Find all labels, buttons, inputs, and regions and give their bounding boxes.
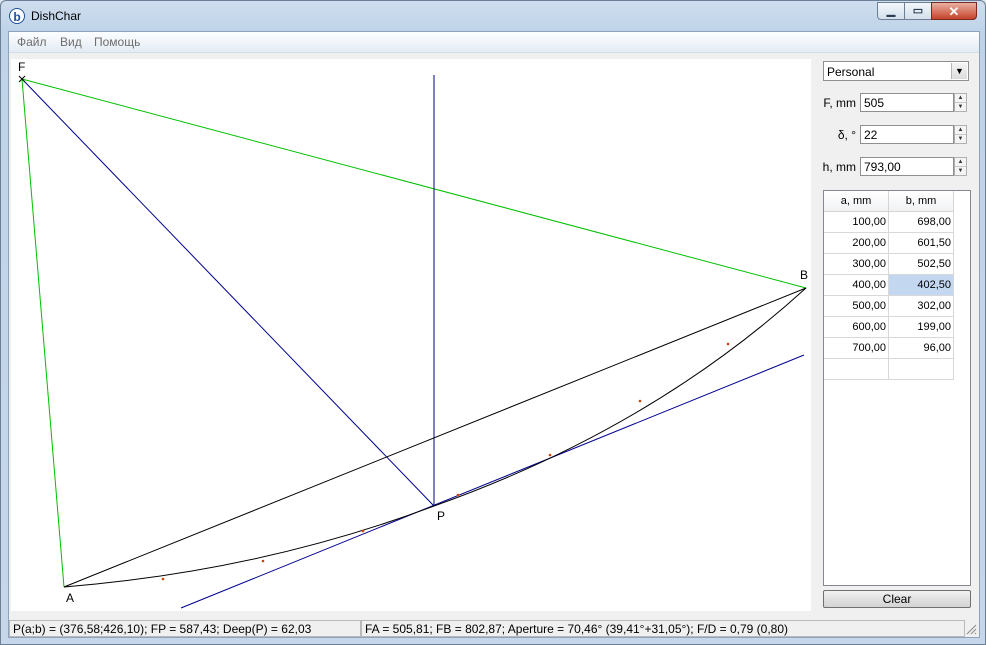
column-header-a[interactable]: a, mm [824,191,889,212]
clear-button[interactable]: Clear [823,590,971,608]
dish-diagram: F B A P [18,60,808,609]
table-row[interactable]: 600,00 199,00 [824,316,954,338]
delta-input[interactable]: 22 [860,125,954,144]
f-mm-spinner[interactable]: ▲ ▼ [954,93,967,112]
profile-markers [161,342,730,581]
status-geometry-info: FA = 505,81; FB = 802,87; Aperture = 70,… [361,620,965,637]
delta-field-label: δ, ° [837,128,856,142]
point-a-label: A [66,591,74,605]
spin-up-icon[interactable]: ▲ [955,158,966,167]
table-row[interactable]: 700,00 96,00 [824,337,954,359]
table-row[interactable]: 300,00 502,50 [824,253,954,275]
cell-a[interactable] [824,358,889,380]
spin-down-icon[interactable]: ▼ [955,103,966,111]
close-icon: ✕ [948,3,960,19]
profile-point-marker [361,529,365,533]
tangent-line [180,354,805,609]
cell-a[interactable]: 700,00 [824,337,889,359]
client-area: Файл Вид Помощь F B A P Personal ▼ F, mm… [8,31,980,638]
table-row[interactable]: 400,00 402,50 [824,274,954,296]
parameters-panel: Personal ▼ F, mm 505 ▲ ▼ δ, ° 22 ▲ ▼ h, … [815,52,975,612]
spin-up-icon[interactable]: ▲ [955,126,966,135]
maximize-button[interactable]: ▭ [904,2,932,20]
close-button[interactable]: ✕ [931,2,977,20]
menu-help[interactable]: Помощь [94,35,140,49]
cell-b[interactable]: 402,50 [888,274,954,296]
menu-view[interactable]: Вид [60,35,82,49]
status-point-info: P(a;b) = (376,58;426,10); FP = 587,43; D… [9,620,361,637]
profile-point-marker [161,577,165,581]
minimize-icon: ▁ [886,4,896,17]
f-mm-input[interactable]: 505 [860,93,954,112]
focus-to-a-line [21,78,65,588]
spin-down-icon[interactable]: ▼ [955,167,966,175]
cell-b[interactable]: 601,50 [888,232,954,254]
cell-b[interactable] [888,358,954,380]
f-field-label: F, mm [823,96,856,110]
profile-point-marker [548,453,552,457]
profile-point-marker [638,399,642,403]
cell-b[interactable]: 96,00 [888,337,954,359]
cell-a[interactable]: 200,00 [824,232,889,254]
table-row[interactable]: 100,00 698,00 [824,211,954,233]
column-header-b[interactable]: b, mm [888,191,954,212]
point-p-label: P [437,509,445,523]
profile-dropdown-value: Personal [827,65,875,79]
minimize-button[interactable]: ▁ [877,2,905,20]
delta-spinner[interactable]: ▲ ▼ [954,125,967,144]
cell-a[interactable]: 600,00 [824,316,889,338]
cell-a[interactable]: 400,00 [824,274,889,296]
h-field-label: h, mm [822,160,856,174]
main-window: b DishChar ▁ ▭ ✕ Файл Вид Помощь F B A P… [0,0,986,645]
cell-a[interactable]: 500,00 [824,295,889,317]
profile-point-marker [456,493,460,497]
focus-to-b-line [21,78,807,289]
focus-to-p-line [21,78,435,507]
cell-b[interactable]: 698,00 [888,211,954,233]
chevron-down-icon[interactable]: ▼ [951,63,967,79]
cell-b[interactable]: 302,00 [888,295,954,317]
app-logo-icon: b [9,8,25,24]
ab-data-grid[interactable]: a, mm b, mm 100,00 698,00 200,00 601,50 300,… [823,190,971,586]
cell-b[interactable]: 502,50 [888,253,954,275]
title-bar[interactable]: b DishChar ▁ ▭ ✕ [1,1,985,31]
cell-a[interactable]: 100,00 [824,211,889,233]
window-title: DishChar [31,9,82,23]
menu-bar: Файл Вид Помощь [9,32,979,53]
maximize-icon: ▭ [912,4,924,17]
h-mm-spinner[interactable]: ▲ ▼ [954,157,967,176]
point-f-label: F [18,60,25,74]
profile-dropdown[interactable]: Personal ▼ [823,61,969,81]
menu-file[interactable]: Файл [17,35,47,49]
chord-ab-line [63,287,807,588]
cell-a[interactable]: 300,00 [824,253,889,275]
point-b-label: B [800,268,808,282]
resize-grip-icon[interactable] [965,623,977,635]
drawing-canvas[interactable]: F B A P [11,59,811,611]
profile-point-marker [726,342,730,346]
status-bar: P(a;b) = (376,58;426,10); FP = 587,43; D… [9,619,979,637]
spin-up-icon[interactable]: ▲ [955,94,966,103]
table-row[interactable] [824,358,954,380]
h-mm-input[interactable]: 793,00 [860,157,954,176]
spin-down-icon[interactable]: ▼ [955,135,966,143]
table-row[interactable]: 200,00 601,50 [824,232,954,254]
table-row[interactable]: 500,00 302,00 [824,295,954,317]
profile-point-marker [261,559,265,563]
cell-b[interactable]: 199,00 [888,316,954,338]
